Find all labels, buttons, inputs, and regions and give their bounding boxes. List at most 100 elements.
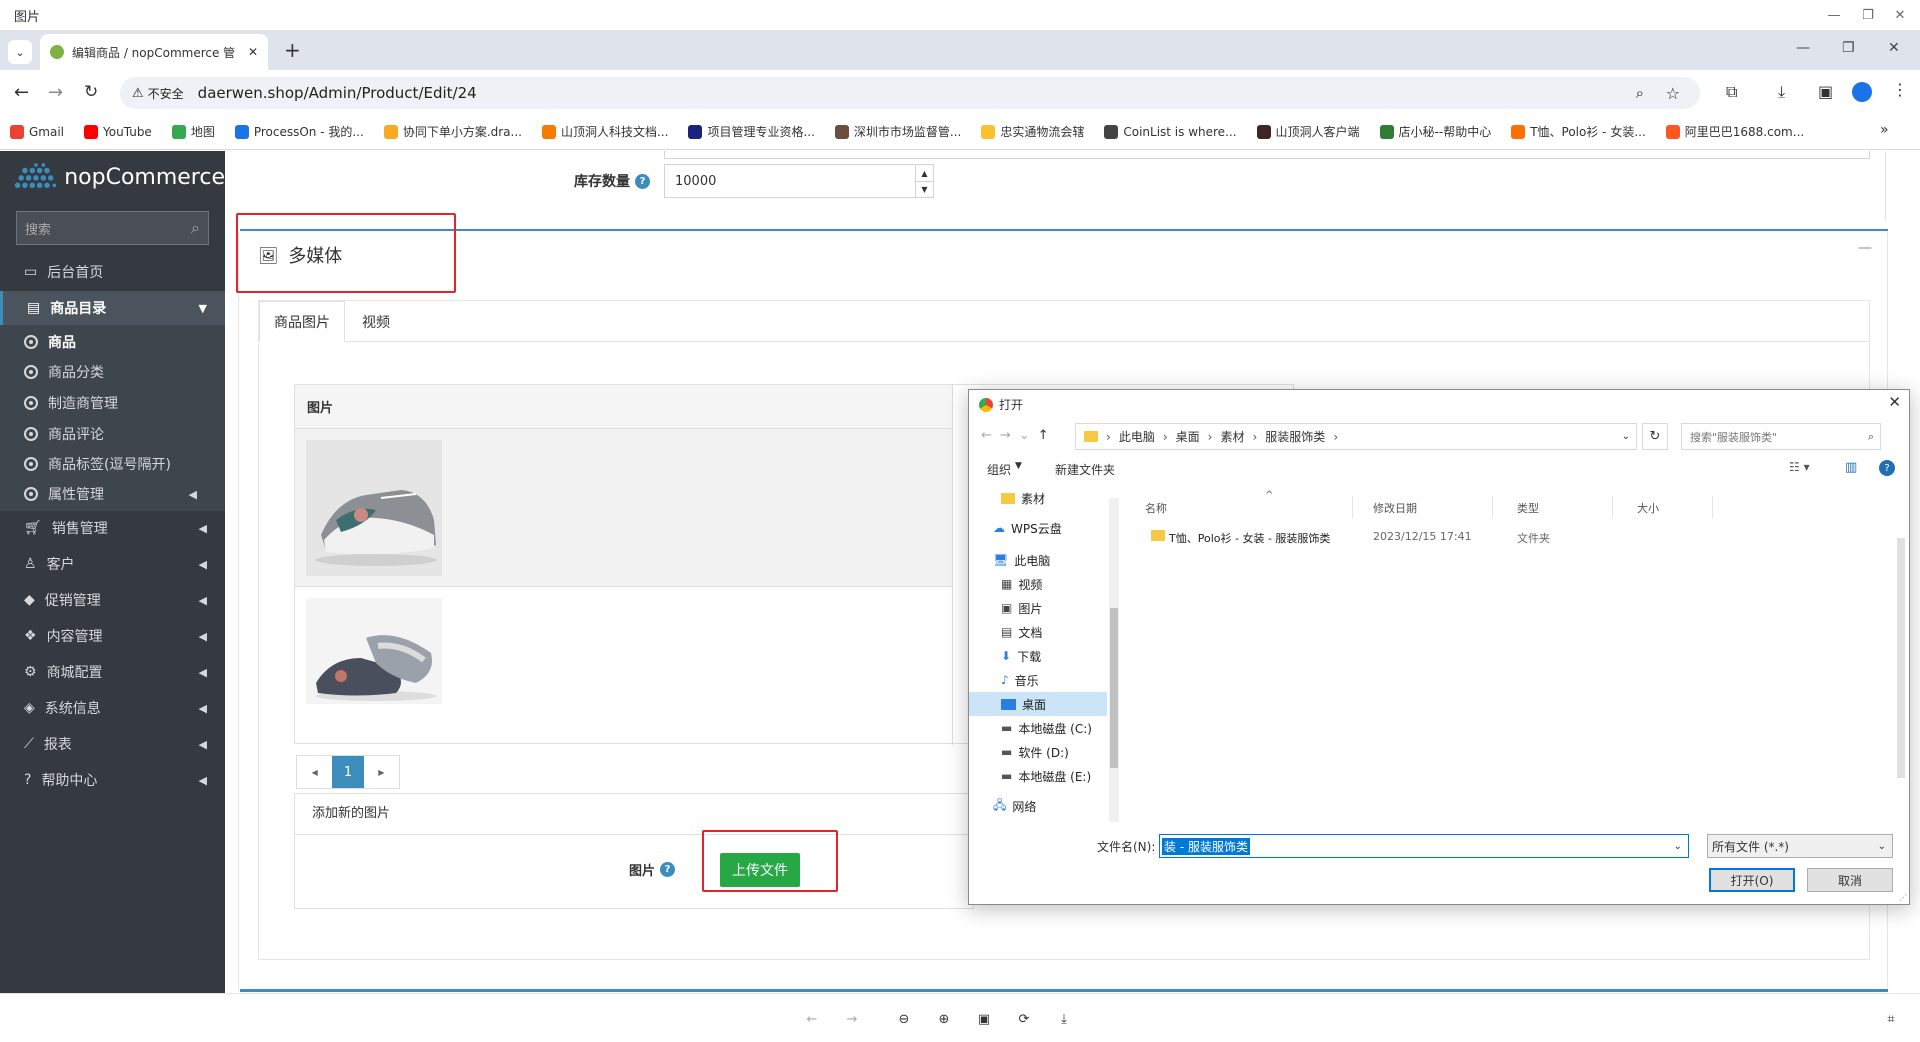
recent-chevron-icon[interactable]: ⌄ (1019, 428, 1038, 443)
file-type-select[interactable]: 所有文件 (*.*) ⌄ (1707, 834, 1893, 858)
zoom-icon[interactable]: ⌕ (1636, 84, 1644, 102)
path-segment[interactable]: 服装服饰类 (1265, 428, 1325, 445)
tab-search-icon[interactable]: ⌄ (8, 40, 32, 64)
bookmark-item[interactable]: 山顶洞人科技文档... (541, 123, 668, 140)
tree-item-network[interactable]: 🖧︎ 网络 (969, 794, 1107, 818)
tree-item-music[interactable]: ♪ 音乐 (969, 668, 1107, 692)
sidebar-subitem-categories[interactable]: 商品分类 (0, 357, 225, 387)
more-bookmarks-icon[interactable]: » (1880, 122, 1889, 138)
organize-button[interactable]: 组织 ▼ (987, 461, 1022, 478)
forward-icon[interactable]: → (1000, 428, 1019, 443)
tree-item-drive-e[interactable]: ▬ 本地磁盘 (E:) (969, 764, 1107, 788)
next-image-icon[interactable]: → (841, 1008, 863, 1030)
tree-item-drive-d[interactable]: ▬ 软件 (D:) (969, 740, 1107, 764)
profile-avatar[interactable] (1852, 82, 1872, 102)
bookmark-item[interactable]: ProcessOn - 我的... (234, 123, 364, 140)
sidebar-search-input[interactable]: 搜索 ⌕ (16, 211, 209, 245)
browser-close-icon[interactable]: ✕ (1888, 40, 1900, 56)
sidebar-subitem-attributes[interactable]: 属性管理 ◀ (0, 479, 225, 509)
tab-close-icon[interactable]: ✕ (248, 45, 258, 59)
dialog-close-icon[interactable]: ✕ (1888, 393, 1901, 411)
fit-screen-icon[interactable]: ▣ (973, 1008, 995, 1030)
sidebar-item-customers[interactable]: ♙ 客户 ◀ (0, 547, 225, 581)
help-icon[interactable]: ? (1879, 460, 1895, 476)
bookmark-item[interactable]: 阿里巴巴1688.com... (1665, 123, 1804, 140)
browser-restore-icon[interactable]: ❐ (1842, 40, 1855, 56)
bookmark-item[interactable]: 忠实通物流会辖 (981, 123, 1084, 140)
bookmark-item[interactable]: 项目管理专业资格... (688, 123, 815, 140)
bookmark-item[interactable]: 深圳市市场监督管... (834, 123, 961, 140)
dropdown-icon[interactable]: ⌄ (1674, 841, 1682, 852)
file-list-scrollbar[interactable] (1897, 538, 1905, 778)
path-dropdown-icon[interactable]: ⌄ (1622, 431, 1630, 442)
spinner-up-icon[interactable]: ▲ (915, 165, 933, 181)
filename-input[interactable]: 装 - 服装服饰类 ⌄ (1159, 834, 1689, 858)
menu-icon[interactable]: ⋮ (1892, 80, 1908, 99)
sidebar-item-help[interactable]: ? 帮助中心 ◀ (0, 763, 225, 797)
tree-item-this-pc[interactable]: 🖥︎ 此电脑 (969, 548, 1107, 572)
sidebar-item-configuration[interactable]: ⚙ 商城配置 ◀ (0, 655, 225, 689)
search-icon[interactable]: ⌕ (191, 218, 200, 238)
tab-product-pictures[interactable]: 商品图片 (259, 301, 345, 342)
column-size[interactable]: 大小 (1637, 500, 1659, 516)
ocr-icon[interactable]: ⌗ (1880, 1008, 1902, 1030)
tree-item-pictures[interactable]: ▣ 图片 (969, 596, 1107, 620)
column-date[interactable]: 修改日期 (1373, 500, 1417, 516)
save-icon[interactable]: ⤓ (1053, 1008, 1075, 1030)
collapse-icon[interactable]: — (1858, 240, 1872, 256)
bookmark-item[interactable]: 协同下单小方案.dra... (383, 123, 522, 140)
prev-page-icon[interactable]: ◀ (297, 756, 332, 788)
tree-item-sucai[interactable]: 素材 (969, 486, 1107, 510)
back-icon[interactable]: ← (14, 82, 29, 103)
tree-item-desktop[interactable]: 桌面 (969, 692, 1107, 716)
bookmark-item[interactable]: T恤、Polo衫 - 女装... (1511, 123, 1646, 140)
sidebar-item-content[interactable]: ❖ 内容管理 ◀ (0, 619, 225, 653)
sidepanel-icon[interactable]: ▣ (1818, 82, 1833, 101)
help-icon[interactable]: ? (635, 173, 650, 189)
sidebar-item-system[interactable]: ◈ 系统信息 ◀ (0, 691, 225, 725)
refresh-icon[interactable]: ↻ (1642, 423, 1668, 450)
new-folder-button[interactable]: 新建文件夹 (1055, 461, 1115, 478)
sidebar-subitem-products[interactable]: 商品 (0, 327, 225, 357)
sidebar-subitem-reviews[interactable]: 商品评论 (0, 419, 225, 449)
path-segment[interactable]: 此电脑 (1119, 428, 1155, 445)
bookmark-item[interactable]: 店小秘--帮助中心 (1379, 123, 1491, 140)
dialog-search-input[interactable]: 搜索"服装服饰类" ⌕ (1681, 423, 1881, 450)
product-image-2[interactable] (306, 598, 442, 704)
bookmark-item[interactable]: YouTube (84, 124, 152, 139)
bookmark-item[interactable]: Gmail (10, 124, 64, 139)
bookmark-star-icon[interactable]: ☆ (1666, 84, 1680, 103)
up-icon[interactable]: ↑ (1038, 428, 1057, 443)
forward-icon[interactable]: → (48, 82, 63, 103)
page-number-button[interactable]: 1 (332, 756, 364, 788)
sidebar-subitem-tags[interactable]: 商品标签(逗号隔开) (0, 449, 225, 479)
address-bar[interactable]: ⚠ 不安全 daerwen.shop/Admin/Product/Edit/24… (120, 77, 1700, 109)
product-image-1[interactable] (306, 440, 442, 576)
sidebar-item-catalog[interactable]: ▤ 商品目录 ▼ (0, 291, 225, 325)
browser-minimize-icon[interactable]: — (1796, 40, 1810, 56)
help-icon[interactable]: ? (660, 862, 676, 877)
reload-icon[interactable]: ↻ (84, 82, 98, 102)
zoom-out-icon[interactable]: ⊖ (893, 1008, 915, 1030)
bookmark-item[interactable]: CoinList is where... (1104, 124, 1237, 139)
sidebar-subitem-manufacturers[interactable]: 制造商管理 (0, 388, 225, 418)
bookmark-item[interactable]: 地图 (171, 123, 215, 140)
new-tab-icon[interactable]: + (284, 38, 301, 62)
tree-item-videos[interactable]: ▦ 视频 (969, 572, 1107, 596)
back-icon[interactable]: ← (981, 428, 1000, 443)
sidebar-item-promotions[interactable]: ◆ 促销管理 ◀ (0, 583, 225, 617)
sidebar-item-dashboard[interactable]: ▭ 后台首页 (0, 255, 225, 289)
tree-scrollbar[interactable] (1109, 498, 1119, 822)
rotate-icon[interactable]: ⟳ (1013, 1008, 1035, 1030)
path-segment[interactable]: 桌面 (1176, 428, 1200, 445)
dropdown-icon[interactable]: ⌄ (1878, 841, 1886, 852)
extensions-icon[interactable]: ⧉ (1726, 82, 1737, 102)
tree-item-drive-c[interactable]: ▬ 本地磁盘 (C:) (969, 716, 1107, 740)
view-options-icon[interactable]: ☷ ▾ (1789, 460, 1810, 474)
sidebar-item-sales[interactable]: 🛒︎ 销售管理 ◀ (0, 511, 225, 545)
spinner-down-icon[interactable]: ▼ (915, 181, 933, 197)
open-button[interactable]: 打开(O) (1709, 868, 1795, 892)
tree-item-wps[interactable]: ☁ WPS云盘 (969, 516, 1107, 540)
sidebar-item-reports[interactable]: ⟋ 报表 ◀ (0, 727, 225, 761)
next-page-icon[interactable]: ▶ (364, 756, 399, 788)
